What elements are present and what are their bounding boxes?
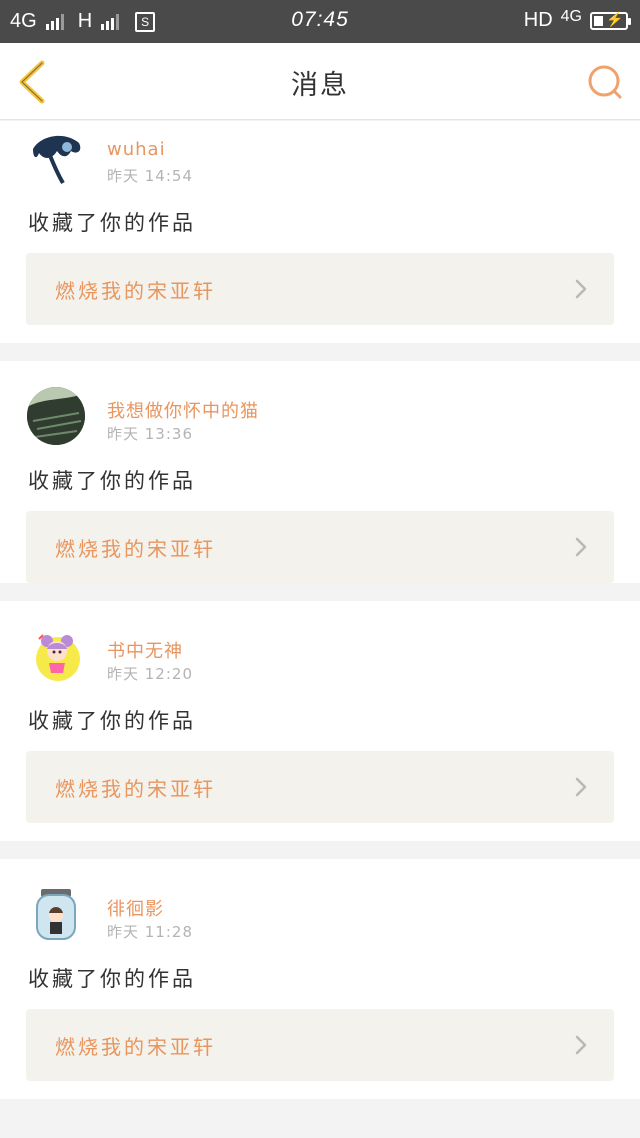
search-icon[interactable] bbox=[586, 63, 624, 101]
user-name[interactable]: 我想做你怀中的猫 bbox=[107, 397, 259, 423]
message-list: wuhai 昨天 14:54 收藏了你的作品 燃烧我的宋亚轩 我想做你怀中的猫 … bbox=[0, 121, 640, 1117]
work-title: 燃烧我的宋亚轩 bbox=[55, 1035, 216, 1059]
work-title: 燃烧我的宋亚轩 bbox=[55, 777, 216, 801]
action-text: 收藏了你的作品 bbox=[28, 469, 196, 493]
chevron-right-icon bbox=[575, 1035, 587, 1055]
action-text: 收藏了你的作品 bbox=[28, 709, 196, 733]
chevron-right-icon bbox=[575, 279, 587, 299]
chevron-right-icon bbox=[575, 777, 587, 797]
user-name[interactable]: 徘徊影 bbox=[107, 895, 164, 921]
work-title: 燃烧我的宋亚轩 bbox=[55, 537, 216, 561]
avatar[interactable] bbox=[27, 627, 85, 685]
work-link[interactable]: 燃烧我的宋亚轩 bbox=[26, 511, 614, 583]
timestamp: 昨天 13:36 bbox=[107, 425, 193, 443]
avatar[interactable] bbox=[27, 387, 85, 445]
page-title: 消息 bbox=[291, 70, 349, 101]
hd-label: HD bbox=[523, 9, 553, 31]
action-text: 收藏了你的作品 bbox=[28, 211, 196, 235]
avatar[interactable] bbox=[27, 129, 85, 187]
user-name[interactable]: wuhai bbox=[107, 139, 166, 160]
message-card: 我想做你怀中的猫 昨天 13:36 收藏了你的作品 燃烧我的宋亚轩 bbox=[0, 361, 640, 583]
message-card: 徘徊影 昨天 11:28 收藏了你的作品 燃烧我的宋亚轩 bbox=[0, 859, 640, 1099]
network-label-right: 4G bbox=[560, 7, 582, 25]
message-card: wuhai 昨天 14:54 收藏了你的作品 燃烧我的宋亚轩 bbox=[0, 121, 640, 343]
timestamp: 昨天 11:28 bbox=[107, 923, 193, 941]
work-link[interactable]: 燃烧我的宋亚轩 bbox=[26, 751, 614, 823]
work-title: 燃烧我的宋亚轩 bbox=[55, 279, 216, 303]
timestamp: 昨天 12:20 bbox=[107, 665, 193, 683]
chevron-right-icon bbox=[575, 537, 587, 557]
avatar[interactable] bbox=[27, 885, 85, 943]
message-card: 书中无神 昨天 12:20 收藏了你的作品 燃烧我的宋亚轩 bbox=[0, 601, 640, 841]
battery-icon: ⚡ bbox=[590, 11, 631, 30]
work-link[interactable]: 燃烧我的宋亚轩 bbox=[26, 1009, 614, 1081]
status-right: HD 4G ⚡ bbox=[523, 7, 631, 32]
timestamp: 昨天 14:54 bbox=[107, 167, 193, 185]
status-bar: 4G H S 07:45 HD 4G ⚡ bbox=[0, 0, 640, 43]
work-link[interactable]: 燃烧我的宋亚轩 bbox=[26, 253, 614, 325]
user-name[interactable]: 书中无神 bbox=[107, 637, 183, 663]
action-text: 收藏了你的作品 bbox=[28, 967, 196, 991]
top-header: 消息 bbox=[0, 43, 640, 120]
